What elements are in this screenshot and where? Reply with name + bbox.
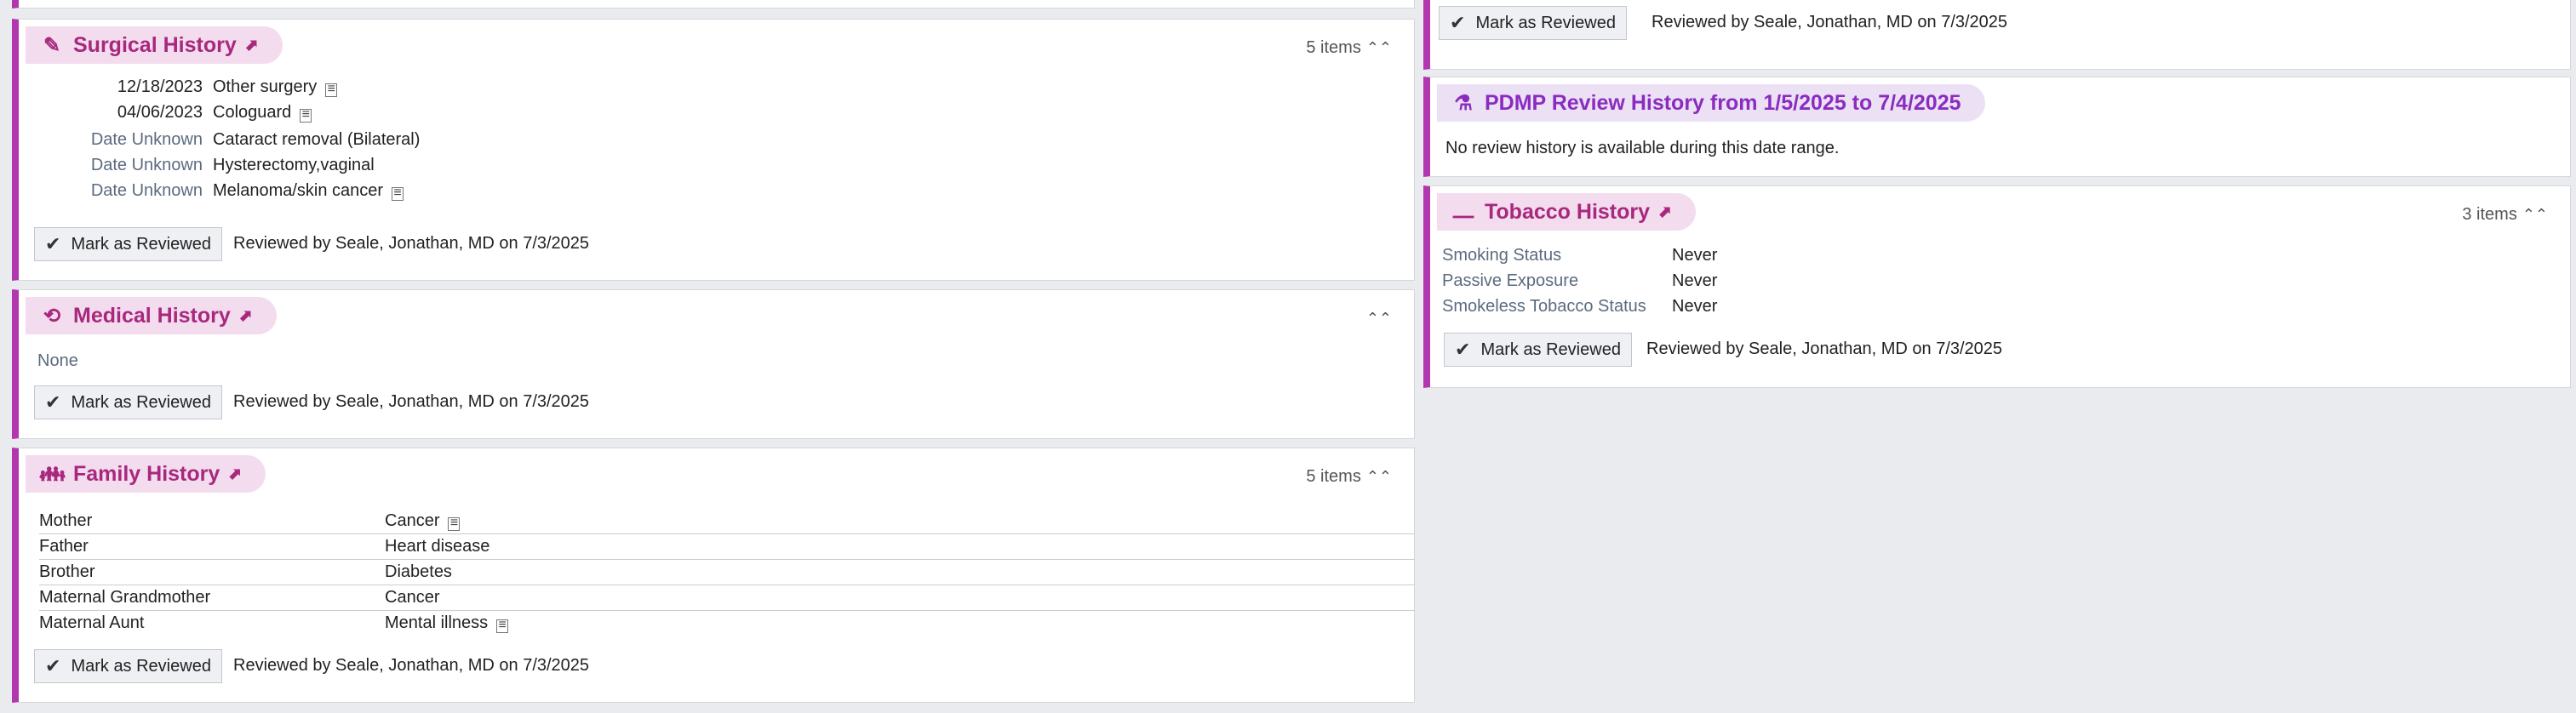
mark-as-reviewed-button[interactable]: ✔ Mark as Reviewed [34,227,222,261]
family-row: Brother Diabetes [39,559,1415,585]
tobacco-field-label: Passive Exposure [1442,271,1579,290]
medical-collapse[interactable]: ⌃⌃ [1361,309,1392,328]
surgical-history-header[interactable]: ✎ Surgical History ⬈ [26,26,283,64]
pdmp-review-header[interactable]: ⚗ PDMP Review History from 1/5/2025 to 7… [1437,84,1985,122]
family-relation: Maternal Grandmother [39,588,211,607]
note-icon[interactable]: ≡ [300,108,312,123]
collapse-icon[interactable]: ⌃⌃ [2522,206,2548,223]
previous-right-card: ✔ Mark as Reviewed Reviewed by Seale, Jo… [1423,0,2571,70]
mortar-pestle-icon: ⚗ [1454,91,1473,115]
note-icon[interactable]: ≡ [448,516,461,531]
reviewed-status: Reviewed by Seale, Jonathan, MD on 7/3/2… [233,656,590,675]
scalpel-icon: ✎ [43,33,61,57]
tobacco-field-value: Never [1672,246,1718,265]
family-condition: Heart disease [385,537,490,556]
checkmark-icon: ✔ [45,233,61,254]
family-relation: Maternal Aunt [39,613,145,632]
surgical-desc: Melanoma/skin cancer [213,181,384,200]
family-relation: Father [39,537,89,556]
family-condition: Diabetes [385,562,452,581]
mark-as-reviewed-button[interactable]: ✔ Mark as Reviewed [34,385,222,419]
medical-history-header[interactable]: ⟲ Medical History ⬈ [26,297,277,334]
family-history-header[interactable]: 👪︎ Family History ⬈ [26,455,266,493]
family-row: Maternal Grandmother Cancer [39,585,1415,611]
external-link-icon[interactable]: ⬈ [245,36,259,55]
surgical-desc: Hysterectomy,vaginal [213,156,375,174]
tobacco-history-card: ⎼ Tobacco History ⬈ 3 items ⌃⌃ Smoking St… [1423,185,2571,388]
family-condition: Cancer [385,588,440,607]
family-count[interactable]: 5 items ⌃⌃ [1306,467,1392,487]
family-row: Mother Cancer ≡ [39,508,1415,534]
tobacco-field-value: Never [1672,271,1718,290]
family-relation: Brother [39,562,95,581]
people-icon: 👪︎ [39,462,66,486]
surgical-date: Date Unknown [90,130,203,149]
checkmark-icon: ✔ [45,655,61,676]
previous-card-bottom [12,0,1415,9]
checkmark-icon: ✔ [1455,339,1471,360]
family-history-card: 👪︎ Family History ⬈ 5 items ⌃⌃ Mother Can… [12,448,1415,703]
pdmp-message: No review history is available during th… [1445,139,1840,157]
family-row: Maternal Aunt Mental illness ≡ [39,610,1415,636]
tobacco-field-label: Smokeless Tobacco Status [1442,297,1646,316]
pdmp-review-title: PDMP Review History from 1/5/2025 to 7/4… [1485,90,1961,115]
surgical-desc: Other surgery [213,77,318,96]
checkmark-icon: ✔ [45,391,61,413]
surgical-date: Date Unknown [90,156,203,174]
surgical-date: 12/18/2023 [117,77,203,96]
mark-as-reviewed-button[interactable]: ✔ Mark as Reviewed [34,649,222,683]
mark-as-reviewed-button[interactable]: ✔ Mark as Reviewed [1444,333,1632,367]
tobacco-history-title: Tobacco History [1485,199,1651,224]
surgical-desc: Cataract removal (Bilateral) [213,130,421,149]
family-condition: Cancer [385,511,440,530]
surgical-history-card: ✎ Surgical History ⬈ 5 items ⌃⌃ 12/18/202… [12,19,1415,281]
medical-history-title: Medical History [73,303,231,328]
collapse-icon[interactable]: ⌃⌃ [1366,39,1392,56]
surgical-date: Date Unknown [90,181,203,200]
family-row: Father Heart disease [39,533,1415,560]
surgical-history-title: Surgical History [73,32,237,57]
tobacco-count[interactable]: 3 items ⌃⌃ [2462,205,2548,225]
pdmp-review-card: ⚗ PDMP Review History from 1/5/2025 to 7… [1423,77,2571,177]
tobacco-field-label: Smoking Status [1442,246,1562,265]
family-history-title: Family History [73,461,220,486]
medical-none-text: None [37,351,78,370]
cigarette-icon: ⎼ [1453,200,1474,223]
collapse-icon[interactable]: ⌃⌃ [1366,310,1392,327]
surgical-desc: Cologuard [213,103,292,122]
reviewed-status: Reviewed by Seale, Jonathan, MD on 7/3/2… [1652,13,2008,31]
note-icon[interactable]: ≡ [496,619,509,633]
mark-as-reviewed-button[interactable]: ✔ Mark as Reviewed [1439,6,1627,40]
history-icon: ⟲ [43,304,61,328]
family-condition: Mental illness [385,613,489,632]
reviewed-status: Reviewed by Seale, Jonathan, MD on 7/3/2… [233,392,590,411]
surgical-date: 04/06/2023 [117,103,203,122]
reviewed-status: Reviewed by Seale, Jonathan, MD on 7/3/2… [1646,339,2003,358]
external-link-icon[interactable]: ⬈ [228,465,242,484]
note-icon[interactable]: ≡ [325,83,338,97]
tobacco-history-header[interactable]: ⎼ Tobacco History ⬈ [1437,193,1696,231]
external-link-icon[interactable]: ⬈ [1658,202,1672,222]
family-relation: Mother [39,511,93,530]
external-link-icon[interactable]: ⬈ [239,306,253,326]
collapse-icon[interactable]: ⌃⌃ [1366,468,1392,485]
tobacco-field-value: Never [1672,297,1718,316]
medical-history-card: ⟲ Medical History ⬈ ⌃⌃ None ✔ Mark as Re… [12,289,1415,439]
surgical-count[interactable]: 5 items ⌃⌃ [1306,38,1392,58]
reviewed-status: Reviewed by Seale, Jonathan, MD on 7/3/2… [233,234,590,253]
note-icon[interactable]: ≡ [392,186,404,201]
checkmark-icon: ✔ [1450,12,1466,33]
